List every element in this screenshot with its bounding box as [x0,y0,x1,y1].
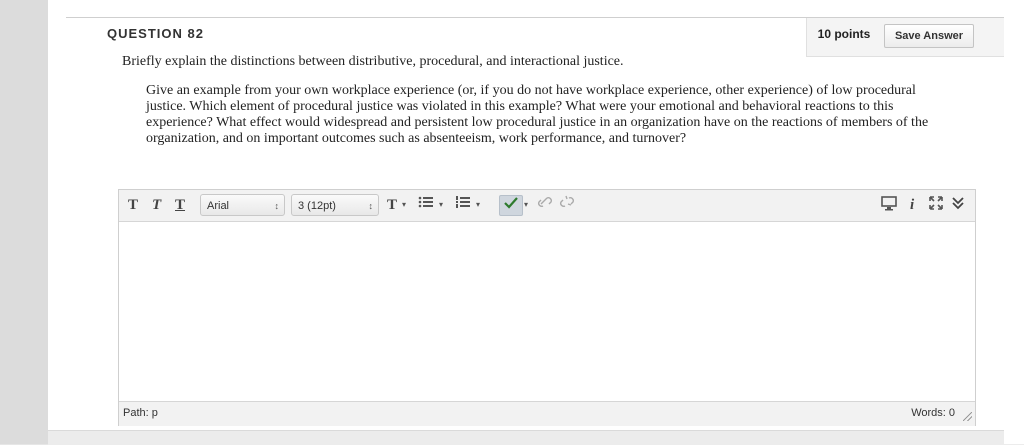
preview-button[interactable] [880,195,898,215]
word-count: Words: 0 [911,407,955,419]
select-arrow-icon: ↕ [274,201,280,211]
chevron-down-icon[interactable]: ▾ [476,195,480,215]
points-label: 10 points [817,27,871,41]
question-detail: Give an example from your own workplace … [146,83,929,146]
chevron-down-icon[interactable]: ▾ [402,195,406,215]
toggle-toolbar-button[interactable] [951,195,965,215]
save-answer-button[interactable]: Save Answer [884,24,974,48]
font-family-value: Arial [207,200,230,212]
editor-statusbar: Path: p Words: 0 [119,401,975,426]
spellcheck-button[interactable] [499,195,523,216]
path-indicator: Path: p [123,407,158,419]
question-title: QUESTION 82 [107,26,204,41]
rich-text-editor: T T T Arial ↕ 3 (12pt) ↕ T ▾ ▾ ▾ ▾ i Pat… [118,189,976,426]
underline-button[interactable]: T [175,195,185,215]
chevron-down-icon[interactable]: ▾ [524,195,528,215]
resize-handle[interactable] [963,412,972,421]
italic-button[interactable]: T [152,195,161,215]
editor-text-area[interactable] [119,222,975,400]
editor-toolbar: T T T Arial ↕ 3 (12pt) ↕ T ▾ ▾ ▾ ▾ i [119,190,975,222]
link-icon [538,197,552,207]
spellcheck-icon [504,197,518,209]
font-family-select[interactable]: Arial ↕ [200,194,285,216]
bottom-band [48,430,1024,445]
numbered-list-button[interactable] [455,195,471,215]
unlink-icon [560,195,574,207]
bullet-list-icon [418,196,433,208]
expand-icon [929,196,943,210]
numbered-list-icon [456,196,470,208]
bullet-list-button[interactable] [418,195,434,215]
question-prompt: Briefly explain the distinctions between… [122,54,624,69]
left-gutter [0,0,48,444]
monitor-icon [881,196,897,211]
info-icon[interactable]: i [910,195,914,215]
font-size-select[interactable]: 3 (12pt) ↕ [291,194,379,216]
text-color-button[interactable]: T [387,195,397,215]
right-margin [1004,0,1024,444]
unlink-button[interactable] [559,195,575,215]
fullscreen-button[interactable] [928,195,944,215]
double-chevron-down-icon [952,197,964,210]
select-arrow-icon: ↕ [368,201,374,211]
chevron-down-icon[interactable]: ▾ [439,195,443,215]
font-size-value: 3 (12pt) [298,200,336,212]
insert-link-button[interactable] [537,195,553,215]
bold-button[interactable]: T [128,195,138,215]
